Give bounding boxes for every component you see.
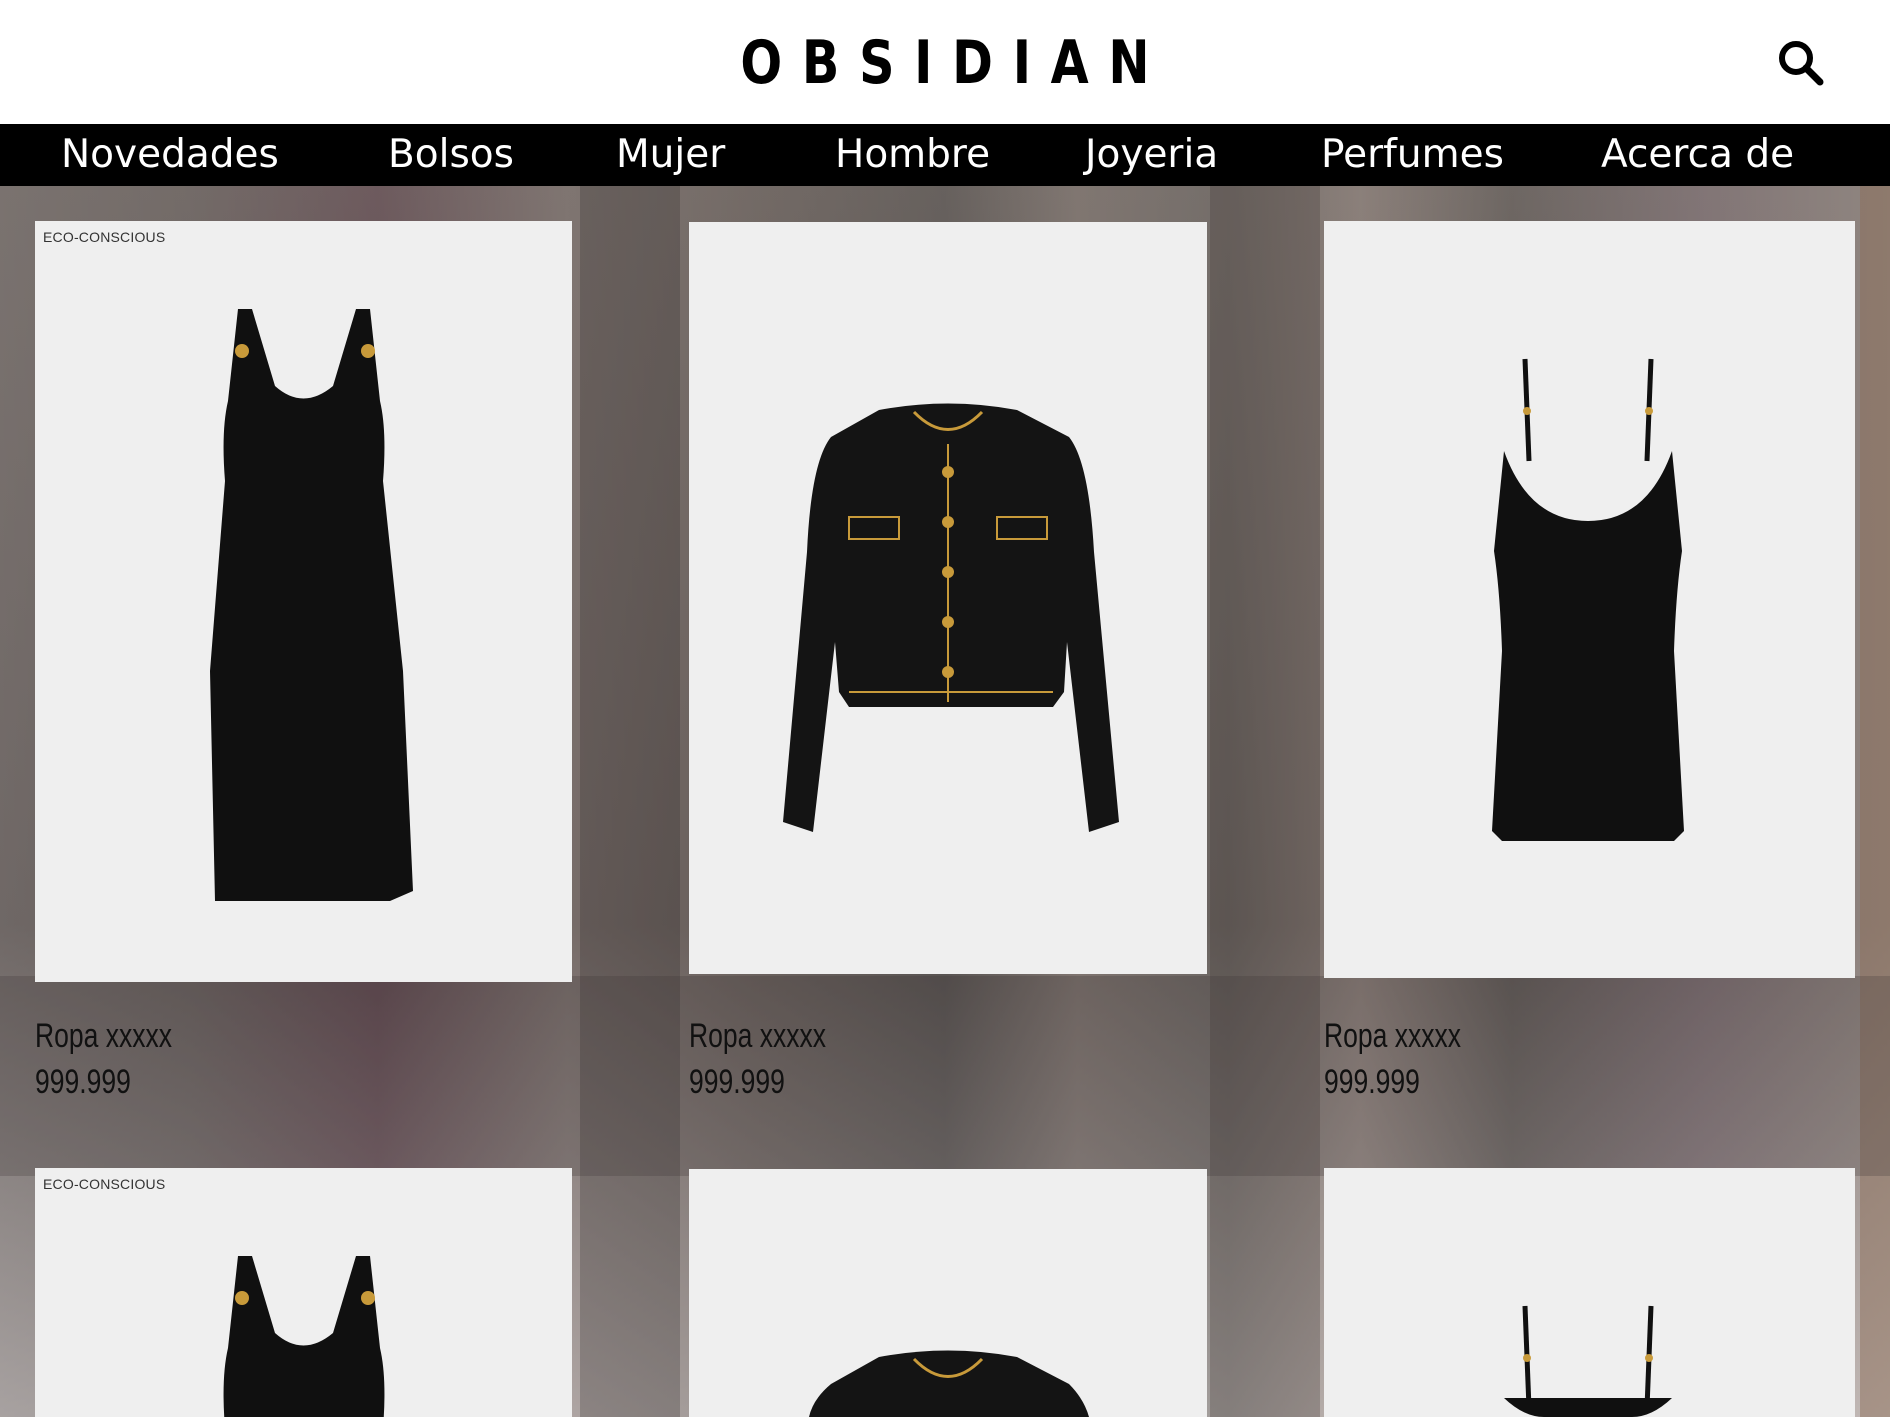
long-dress-image — [223, 1256, 385, 1417]
product-price: 999.999 — [1324, 1063, 1420, 1101]
cardigan-jacket-image — [809, 1350, 1089, 1417]
product-card-image[interactable] — [689, 1169, 1207, 1417]
slip-dress-image — [1504, 1305, 1672, 1417]
search-icon[interactable] — [1776, 38, 1824, 86]
product-card-image[interactable]: ECO-CONSCIOUS — [35, 221, 572, 982]
cardigan-jacket-image — [783, 403, 1119, 832]
product-card-image[interactable]: ECO-CONSCIOUS — [35, 1168, 572, 1417]
product-price: 999.999 — [689, 1063, 785, 1101]
product-name[interactable]: Ropa xxxxx — [1324, 1017, 1461, 1056]
nav-item-bolsos[interactable]: Bolsos — [388, 124, 514, 186]
product-card-image[interactable] — [689, 222, 1207, 974]
nav-item-joyeria[interactable]: Joyeria — [1085, 124, 1218, 186]
site-logo[interactable]: OBSIDIAN — [170, 28, 1720, 98]
site-header: OBSIDIAN — [0, 0, 1890, 124]
product-name[interactable]: Ropa xxxxx — [35, 1017, 172, 1056]
nav-item-novedades[interactable]: Novedades — [61, 124, 279, 186]
long-dress-image — [210, 309, 413, 901]
main-nav: Novedades Bolsos Mujer Hombre Joyeria Pe… — [0, 124, 1890, 186]
nav-item-hombre[interactable]: Hombre — [835, 124, 990, 186]
nav-item-acerca-de[interactable]: Acerca de — [1601, 124, 1794, 186]
slip-dress-image — [1492, 358, 1684, 841]
nav-item-mujer[interactable]: Mujer — [616, 124, 725, 186]
nav-item-perfumes[interactable]: Perfumes — [1321, 124, 1504, 186]
product-price: 999.999 — [35, 1063, 131, 1101]
product-card-image[interactable] — [1324, 1168, 1855, 1417]
product-name[interactable]: Ropa xxxxx — [689, 1017, 826, 1056]
product-card-image[interactable] — [1324, 221, 1855, 978]
